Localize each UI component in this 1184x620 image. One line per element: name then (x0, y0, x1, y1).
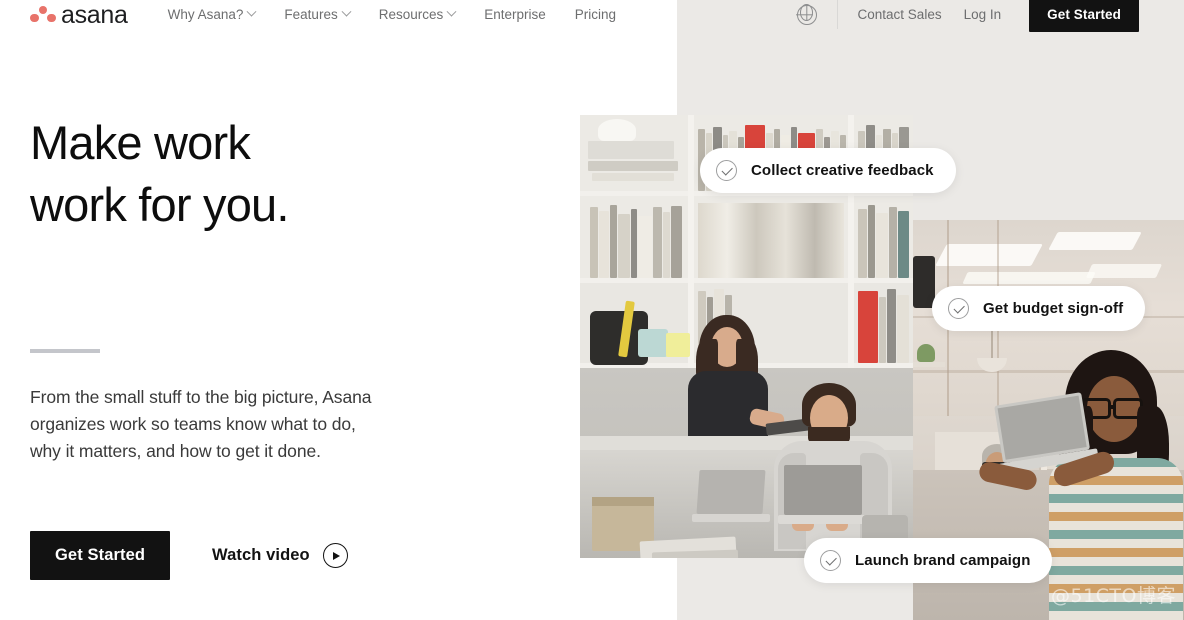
check-circle-icon (820, 550, 841, 571)
nav-item-features[interactable]: Features (284, 6, 352, 22)
nav-item-why-asana[interactable]: Why Asana? (167, 6, 257, 22)
task-card[interactable]: Get budget sign-off (932, 286, 1146, 331)
contact-sales-link[interactable]: Contact Sales (858, 7, 942, 22)
top-navigation-bar: asana Why Asana? Features Resources Ente… (0, 0, 1184, 32)
hero-divider (30, 349, 100, 353)
asana-logo-dots-icon (30, 5, 56, 25)
nav-get-started-button[interactable]: Get Started (1029, 0, 1139, 32)
asana-wordmark: asana (61, 1, 128, 29)
chevron-down-icon (341, 6, 352, 17)
headline-line-1: Make work (30, 116, 251, 169)
page-title: Make work work for you. (30, 112, 450, 236)
task-card-label: Collect creative feedback (751, 162, 934, 179)
headline-line-2: work for you. (30, 178, 289, 231)
hero-get-started-button[interactable]: Get Started (30, 531, 171, 580)
nav-item-resources-label: Resources (378, 7, 444, 22)
nav-item-enterprise[interactable]: Enterprise (484, 7, 546, 22)
nav-item-features-label: Features (284, 7, 338, 22)
play-icon (322, 543, 348, 568)
chevron-down-icon (246, 6, 257, 17)
check-circle-icon (948, 298, 969, 319)
nav-item-why-asana-label: Why Asana? (167, 7, 244, 22)
globe-icon[interactable] (796, 4, 817, 25)
check-circle-icon (716, 160, 737, 181)
chevron-down-icon (446, 6, 457, 17)
watch-video-button[interactable]: Watch video (212, 543, 348, 568)
nav-links: Why Asana? Features Resources Enterprise… (167, 6, 616, 22)
nav-divider (836, 0, 838, 29)
hero-cta-row: Get Started Watch video (30, 531, 450, 580)
task-card[interactable]: Collect creative feedback (700, 148, 956, 193)
hero-page: asana Why Asana? Features Resources Ente… (0, 0, 1184, 620)
nav-item-enterprise-label: Enterprise (484, 7, 546, 22)
nav-left-group: asana Why Asana? Features Resources Ente… (0, 1, 616, 29)
log-in-link[interactable]: Log In (964, 7, 1002, 22)
nav-item-pricing[interactable]: Pricing (575, 7, 616, 22)
nav-item-pricing-label: Pricing (574, 7, 617, 22)
hero-content: Make work work for you. From the small s… (30, 112, 450, 580)
hero-subcopy: From the small stuff to the big picture,… (30, 387, 372, 461)
task-card-label: Launch brand campaign (855, 552, 1031, 569)
nav-item-resources[interactable]: Resources (378, 6, 457, 22)
watch-video-label: Watch video (212, 546, 310, 564)
task-card[interactable]: Launch brand campaign (804, 538, 1053, 583)
asana-logo[interactable]: asana (30, 1, 128, 29)
task-card-label: Get budget sign-off (983, 300, 1124, 317)
nav-right-group: Contact Sales Log In Get Started (796, 0, 1184, 32)
